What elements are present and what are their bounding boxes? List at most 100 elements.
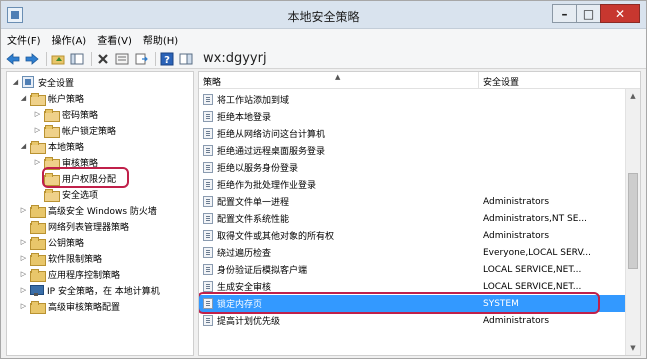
policy-row[interactable]: 拒绝作为批处理作业登录 (199, 176, 625, 193)
console-pane-icon[interactable] (178, 51, 194, 67)
policy-row[interactable]: 配置文件系统性能 Administrators,NT SE... (199, 210, 625, 227)
policy-name: 拒绝以服务身份登录 (217, 164, 299, 174)
delete-icon[interactable] (95, 51, 111, 67)
tree-item-account-lockout-policy[interactable]: ▷ 帐户锁定策略 (33, 122, 116, 138)
tree-item-network-list-manager[interactable]: 网络列表管理器策略 (19, 218, 129, 234)
column-header-security-setting[interactable]: 安全设置 (483, 75, 519, 88)
policy-icon (203, 247, 213, 258)
expand-icon[interactable]: ▷ (33, 110, 42, 118)
menu-action[interactable]: 操作(A) (52, 32, 87, 47)
tree-item-app-control[interactable]: ▷ 应用程序控制策略 (19, 266, 120, 282)
folder-icon (44, 124, 60, 138)
tree-item-account-policies[interactable]: ◢ 帐户策略 (19, 90, 84, 106)
tree-item-security-options[interactable]: 安全选项 (33, 186, 98, 202)
title-bar[interactable]: 本地安全策略 – □ ✕ (1, 1, 646, 29)
toolbar: ? wx:dgyyrj (1, 49, 646, 69)
collapse-icon[interactable]: ◢ (11, 78, 20, 86)
column-header-policy[interactable]: 策略 (203, 75, 221, 88)
annotation-highlight-user-rights (42, 167, 129, 188)
close-button[interactable]: ✕ (600, 4, 640, 23)
window-controls: – □ ✕ (552, 4, 640, 24)
policy-icon (203, 128, 213, 139)
expand-icon[interactable]: ▷ (19, 286, 28, 294)
folder-icon (44, 108, 60, 122)
menu-help[interactable]: 帮助(H) (143, 32, 178, 47)
policy-icon (203, 281, 213, 292)
folder-icon (30, 268, 46, 282)
tree-item-windows-firewall[interactable]: ▷ 高级安全 Windows 防火墙 (19, 202, 157, 218)
svg-text:?: ? (164, 55, 170, 66)
collapse-icon[interactable]: ◢ (19, 142, 28, 150)
maximize-button[interactable]: □ (576, 4, 600, 23)
expand-icon[interactable]: ▷ (19, 302, 28, 310)
computer-icon (30, 284, 44, 296)
expand-icon[interactable]: ▷ (19, 270, 28, 278)
policy-row[interactable]: 配置文件单一进程 Administrators (199, 193, 625, 210)
expand-icon[interactable]: ▷ (19, 206, 28, 214)
collapse-icon[interactable]: ◢ (19, 94, 28, 102)
policy-name: 配置文件单一进程 (217, 198, 290, 208)
policy-list-pane: 策略 ▲ 安全设置 将工作站添加到域 拒绝本地登录 拒绝从网络访问这台计算机 拒… (198, 71, 641, 356)
tree-item-label: 帐户策略 (48, 94, 85, 105)
expand-icon[interactable]: ▷ (19, 254, 28, 262)
tree-item-local-policies[interactable]: ◢ 本地策略 (19, 138, 84, 154)
policy-setting: LOCAL SERVICE,NET... (483, 264, 582, 275)
menu-file[interactable]: 文件(F) (7, 32, 41, 47)
policy-name: 提高计划优先级 (217, 317, 281, 327)
forward-arrow-icon[interactable] (24, 51, 40, 67)
policy-name: 身份验证后模拟客户端 (217, 266, 308, 276)
tree-item-password-policy[interactable]: ▷ 密码策略 (33, 106, 98, 122)
policy-row[interactable]: 拒绝本地登录 (199, 108, 625, 125)
tree-item-label: 高级安全 Windows 防火墙 (48, 206, 157, 217)
menu-view[interactable]: 查看(V) (97, 32, 132, 47)
policy-setting: Administrators (483, 315, 550, 326)
tree-item-label: 应用程序控制策略 (48, 270, 121, 281)
policy-icon (203, 162, 213, 173)
export-list-icon[interactable] (133, 51, 149, 67)
policy-row[interactable]: 拒绝以服务身份登录 (199, 159, 625, 176)
scroll-up-icon[interactable]: ▲ (626, 89, 640, 103)
folder-icon (30, 220, 46, 234)
tree-item-advanced-audit[interactable]: ▷ 高级审核策略配置 (19, 298, 120, 314)
security-settings-icon (22, 76, 34, 88)
maximize-icon: □ (582, 7, 595, 21)
column-divider[interactable] (478, 72, 479, 89)
policy-name: 拒绝本地登录 (217, 113, 272, 123)
tree-item-label: 高级审核策略配置 (48, 302, 121, 313)
scrollbar-thumb[interactable] (628, 173, 638, 269)
policy-icon (203, 179, 213, 190)
policy-row[interactable]: 身份验证后模拟客户端 LOCAL SERVICE,NET... (199, 261, 625, 278)
folder-icon (30, 236, 46, 250)
policy-row[interactable]: 绕过遍历检查 Everyone,LOCAL SERV... (199, 244, 625, 261)
policy-row[interactable]: 拒绝通过远程桌面服务登录 (199, 142, 625, 159)
back-arrow-icon[interactable] (5, 51, 21, 67)
policy-icon (203, 196, 213, 207)
toolbar-separator (91, 51, 92, 66)
expand-icon[interactable]: ▷ (33, 158, 42, 166)
expand-icon[interactable]: ▷ (33, 126, 42, 134)
policy-row[interactable]: 将工作站添加到域 (199, 91, 625, 108)
policy-icon (203, 315, 213, 326)
policy-setting: Administrators,NT SE... (483, 213, 587, 224)
policy-row[interactable]: 提高计划优先级 Administrators (199, 312, 625, 329)
help-icon[interactable]: ? (159, 51, 175, 67)
policy-row[interactable]: 取得文件或其他对象的所有权 Administrators (199, 227, 625, 244)
folder-icon (30, 300, 46, 314)
up-folder-icon[interactable] (50, 51, 66, 67)
tree-item-software-restriction[interactable]: ▷ 软件限制策略 (19, 250, 102, 266)
folder-icon (44, 156, 60, 170)
policy-row[interactable]: 拒绝从网络访问这台计算机 (199, 125, 625, 142)
folder-icon (30, 140, 46, 154)
tree-item-label: 密码策略 (62, 110, 99, 121)
show-hide-tree-icon[interactable] (69, 51, 85, 67)
menu-bar: 文件(F) 操作(A) 查看(V) 帮助(H) (1, 29, 646, 49)
minimize-button[interactable]: – (552, 4, 576, 23)
properties-icon[interactable] (114, 51, 130, 67)
tree-item-ip-security[interactable]: ▷ IP 安全策略，在 本地计算机 (19, 282, 160, 298)
tree-item-public-key-policies[interactable]: ▷ 公钥策略 (19, 234, 84, 250)
expand-icon[interactable]: ▷ (19, 238, 28, 246)
scroll-down-icon[interactable]: ▼ (626, 341, 640, 355)
vertical-scrollbar[interactable]: ▲ ▼ (625, 89, 640, 355)
tree-item-security-settings[interactable]: ◢ 安全设置 (11, 74, 74, 90)
column-header: 策略 ▲ 安全设置 (199, 72, 640, 89)
